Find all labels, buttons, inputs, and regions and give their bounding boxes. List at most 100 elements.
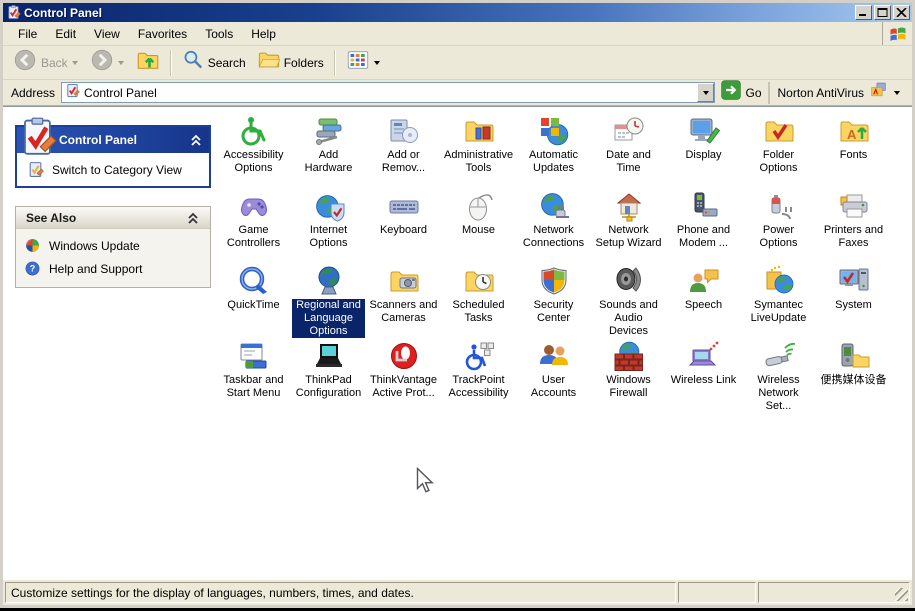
- forward-button[interactable]: [84, 48, 130, 78]
- control-panel-item-display[interactable]: Display: [666, 113, 741, 188]
- date-and-time-icon: [613, 115, 645, 147]
- control-panel-item-folder-options[interactable]: Folder Options: [741, 113, 816, 188]
- item-label: Game Controllers: [217, 224, 290, 250]
- control-panel-item-scanners-cameras[interactable]: Scanners and Cameras: [366, 263, 441, 338]
- control-panel-item-thinkvantage-active-protection[interactable]: ThinkVantage Active Prot...: [366, 338, 441, 413]
- close-button[interactable]: [893, 5, 910, 20]
- menu-help[interactable]: Help: [242, 24, 285, 44]
- go-button[interactable]: Go: [721, 80, 761, 105]
- control-panel-item-thinkpad-configuration[interactable]: ThinkPad Configuration: [291, 338, 366, 413]
- control-panel-item-date-and-time[interactable]: Date and Time: [591, 113, 666, 188]
- control-panel-item-administrative-tools[interactable]: Administrative Tools: [441, 113, 516, 188]
- menu-view[interactable]: View: [85, 24, 129, 44]
- control-panel-item-fonts[interactable]: AFonts: [816, 113, 891, 188]
- panel-title: See Also: [26, 211, 184, 225]
- control-panel-item-network-connections[interactable]: Network Connections: [516, 188, 591, 263]
- see-also-panel-body: Windows Update ?Help and Support: [16, 229, 210, 287]
- control-panel-item-internet-options[interactable]: Internet Options: [291, 188, 366, 263]
- control-panel-item-symantec-liveupdate[interactable]: Symantec LiveUpdate: [741, 263, 816, 338]
- item-label: Keyboard: [378, 224, 429, 237]
- control-panel-icon: [19, 115, 57, 159]
- folders-button[interactable]: Folders: [252, 48, 330, 78]
- portable-media-device-icon: [838, 340, 870, 372]
- item-label: Speech: [683, 299, 724, 312]
- scheduled-tasks-icon: [463, 265, 495, 297]
- control-panel-item-game-controllers[interactable]: Game Controllers: [216, 188, 291, 263]
- control-panel-item-wireless-network-setup[interactable]: Wireless Network Set...: [741, 338, 816, 413]
- control-panel-item-phone-and-modem[interactable]: Phone and Modem ...: [666, 188, 741, 263]
- item-label: User Accounts: [517, 374, 590, 400]
- task-link-help-and-support[interactable]: ?Help and Support: [24, 260, 206, 277]
- views-button[interactable]: [340, 48, 386, 78]
- views-dropdown-icon[interactable]: [374, 61, 380, 68]
- address-value: Control Panel: [84, 86, 697, 100]
- toolbar-separator: [334, 50, 336, 76]
- control-panel-item-windows-firewall[interactable]: Windows Firewall: [591, 338, 666, 413]
- control-panel-item-security-center[interactable]: Security Center: [516, 263, 591, 338]
- up-button[interactable]: [130, 48, 166, 78]
- wireless-network-setup-icon: [763, 340, 795, 372]
- address-input[interactable]: Control Panel: [61, 82, 715, 103]
- control-panel-item-sounds-audio[interactable]: Sounds and Audio Devices: [591, 263, 666, 338]
- control-panel-item-taskbar-start-menu[interactable]: Taskbar and Start Menu: [216, 338, 291, 413]
- control-panel-item-automatic-updates[interactable]: Automatic Updates: [516, 113, 591, 188]
- collapse-chevron-icon[interactable]: [187, 131, 205, 149]
- item-label: Printers and Faxes: [817, 224, 890, 250]
- printers-and-faxes-icon: [838, 190, 870, 222]
- control-panel-item-add-hardware[interactable]: Add Hardware: [291, 113, 366, 188]
- item-label: Power Options: [742, 224, 815, 250]
- control-panel-item-scheduled-tasks[interactable]: Scheduled Tasks: [441, 263, 516, 338]
- add-remove-programs-icon: [388, 115, 420, 147]
- maximize-button[interactable]: [874, 5, 891, 20]
- item-label: QuickTime: [225, 299, 281, 312]
- phone-and-modem-icon: [688, 190, 720, 222]
- title-bar[interactable]: Control Panel: [3, 3, 912, 22]
- forward-dropdown-icon[interactable]: [118, 61, 124, 68]
- control-panel-item-keyboard[interactable]: Keyboard: [366, 188, 441, 263]
- sounds-audio-icon: [613, 265, 645, 297]
- menu-bar: FileEditViewFavoritesToolsHelp: [3, 22, 912, 46]
- control-panel-item-system[interactable]: System: [816, 263, 891, 338]
- control-panel-item-speech[interactable]: Speech: [666, 263, 741, 338]
- back-dropdown-icon[interactable]: [72, 61, 78, 68]
- security-center-icon: [538, 265, 570, 297]
- control-panel-item-trackpoint-accessibility[interactable]: TrackPoint Accessibility: [441, 338, 516, 413]
- control-panel-item-portable-media-device[interactable]: 便携媒体设备: [816, 338, 891, 413]
- search-button[interactable]: Search: [176, 48, 252, 78]
- task-link-switch-category-view[interactable]: Switch to Category View: [27, 161, 203, 178]
- norton-antivirus-toolbar[interactable]: Norton AntiVirus: [768, 82, 909, 104]
- resize-grip[interactable]: [895, 588, 908, 601]
- item-label: Add or Remov...: [367, 149, 440, 175]
- control-panel-item-printers-and-faxes[interactable]: Printers and Faxes: [816, 188, 891, 263]
- control-panel-window: Control Panel FileEditViewFavoritesTools…: [0, 0, 915, 608]
- mouse-icon: [463, 190, 495, 222]
- task-label: Windows Update: [49, 239, 140, 253]
- menu-tools[interactable]: Tools: [196, 24, 242, 44]
- window-title: Control Panel: [24, 6, 853, 20]
- control-panel-item-mouse[interactable]: Mouse: [441, 188, 516, 263]
- menu-favorites[interactable]: Favorites: [129, 24, 196, 44]
- minimize-button[interactable]: [855, 5, 872, 20]
- thinkpad-configuration-icon: [313, 340, 345, 372]
- see-also-panel: See Also Windows Update ?Help and Support: [15, 206, 211, 288]
- task-link-windows-update[interactable]: Windows Update: [24, 237, 206, 254]
- norton-dropdown-icon[interactable]: [894, 91, 900, 98]
- control-panel-item-power-options[interactable]: Power Options: [741, 188, 816, 263]
- control-panel-item-wireless-link[interactable]: Wireless Link: [666, 338, 741, 413]
- control-panel-item-quicktime[interactable]: QuickTime: [216, 263, 291, 338]
- control-panel-item-network-setup-wizard[interactable]: Network Setup Wizard: [591, 188, 666, 263]
- status-message: Customize settings for the display of la…: [5, 582, 676, 603]
- fonts-icon: A: [838, 115, 870, 147]
- menu-file[interactable]: File: [9, 24, 46, 44]
- collapse-chevron-icon[interactable]: [184, 209, 202, 227]
- display-icon: [688, 115, 720, 147]
- back-button[interactable]: Back: [7, 48, 84, 78]
- menu-edit[interactable]: Edit: [46, 24, 85, 44]
- control-panel-item-accessibility-options[interactable]: Accessibility Options: [216, 113, 291, 188]
- control-panel-item-user-accounts[interactable]: User Accounts: [516, 338, 591, 413]
- control-panel-item-add-remove-programs[interactable]: Add or Remov...: [366, 113, 441, 188]
- item-label: Wireless Network Set...: [742, 374, 815, 413]
- control-panel-item-regional-language[interactable]: Regional and Language Options: [291, 263, 366, 338]
- address-dropdown-button[interactable]: [697, 83, 714, 102]
- back-label: Back: [41, 56, 68, 70]
